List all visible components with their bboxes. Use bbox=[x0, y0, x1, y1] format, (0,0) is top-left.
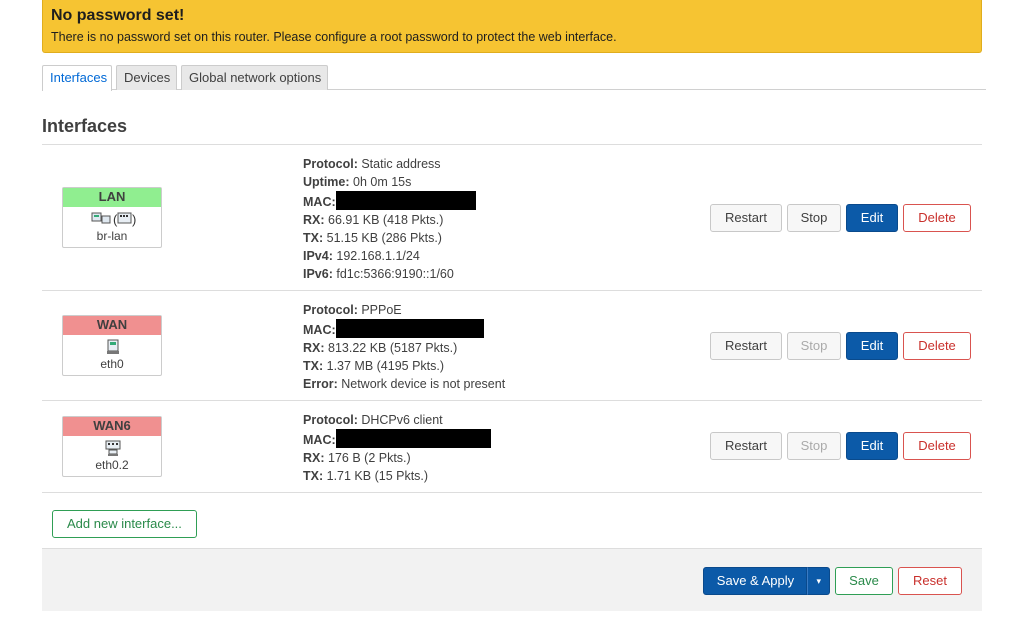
edit-button[interactable]: Edit bbox=[846, 432, 898, 460]
ethernet-port-icon bbox=[107, 339, 119, 354]
interface-status: Protocol: PPPoE MAC: RX: 813.22 KB (5187… bbox=[303, 303, 506, 391]
section-title: Interfaces bbox=[42, 116, 128, 136]
interface-badge-wan6[interactable]: WAN6 eth0.2 bbox=[62, 416, 162, 477]
device-name: eth0 bbox=[100, 357, 124, 371]
delete-button[interactable]: Delete bbox=[903, 204, 971, 232]
save-apply-split-button: Save & Apply ▾ bbox=[703, 567, 830, 595]
interface-badge-lan[interactable]: LAN ( ) br-lan bbox=[62, 187, 162, 248]
restart-button[interactable]: Restart bbox=[710, 432, 782, 460]
table-row: WAN6 eth0.2 Protocol: DHCPv6 client MAC:… bbox=[42, 401, 982, 493]
edit-button[interactable]: Edit bbox=[846, 332, 898, 360]
vlan-icon bbox=[105, 440, 121, 456]
redacted-mac bbox=[335, 319, 484, 338]
interfaces-table: LAN ( ) br-lan Protocol: Static address bbox=[42, 144, 982, 493]
tab-interfaces[interactable]: Interfaces bbox=[42, 65, 112, 91]
row-actions: Restart Stop Edit Delete bbox=[710, 432, 971, 460]
stop-button[interactable]: Stop bbox=[787, 204, 841, 232]
redacted-mac bbox=[335, 191, 476, 210]
row-actions: Restart Stop Edit Delete bbox=[710, 332, 971, 360]
svg-text:): ) bbox=[132, 212, 136, 227]
stop-button[interactable]: Stop bbox=[787, 432, 841, 460]
tab-global-network-options[interactable]: Global network options bbox=[181, 65, 328, 90]
no-password-warning: No password set! There is no password se… bbox=[42, 0, 982, 53]
table-row: LAN ( ) br-lan Protocol: Static address bbox=[42, 145, 982, 291]
svg-text:(: ( bbox=[113, 212, 118, 227]
network-interfaces-page: No password set! There is no password se… bbox=[0, 0, 1036, 641]
bridge-icon: ( ) bbox=[91, 212, 136, 227]
stop-button[interactable]: Stop bbox=[787, 332, 841, 360]
row-actions: Restart Stop Edit Delete bbox=[710, 204, 971, 232]
tab-bar: Interfaces Devices Global network option… bbox=[42, 65, 986, 91]
device-name: eth0.2 bbox=[95, 458, 129, 472]
interface-badge-wan[interactable]: WAN eth0 bbox=[62, 315, 162, 376]
add-new-interface-button[interactable]: Add new interface... bbox=[52, 510, 197, 538]
delete-button[interactable]: Delete bbox=[903, 432, 971, 460]
edit-button[interactable]: Edit bbox=[846, 204, 898, 232]
interface-status: Protocol: DHCPv6 client MAC: RX: 176 B (… bbox=[303, 411, 491, 485]
interface-name: LAN bbox=[63, 188, 161, 207]
interface-status: Protocol: Static address Uptime: 0h 0m 1… bbox=[303, 155, 476, 283]
device-name: br-lan bbox=[96, 229, 128, 243]
warning-text: There is no password set on this router.… bbox=[51, 30, 617, 44]
restart-button[interactable]: Restart bbox=[710, 204, 782, 232]
interface-name: WAN6 bbox=[63, 417, 161, 436]
save-apply-button[interactable]: Save & Apply bbox=[703, 567, 808, 595]
delete-button[interactable]: Delete bbox=[903, 332, 971, 360]
chevron-down-icon[interactable]: ▾ bbox=[807, 567, 830, 595]
page-actions-footer: Save & Apply ▾ Save Reset bbox=[42, 548, 982, 611]
redacted-mac bbox=[335, 429, 491, 448]
table-row: WAN eth0 Protocol: PPPoE MAC: RX: 813.22… bbox=[42, 291, 982, 401]
tab-devices[interactable]: Devices bbox=[116, 65, 177, 90]
warning-title: No password set! bbox=[51, 7, 185, 24]
save-button[interactable]: Save bbox=[835, 567, 893, 595]
reset-button[interactable]: Reset bbox=[898, 567, 962, 595]
interface-name: WAN bbox=[63, 316, 161, 335]
restart-button[interactable]: Restart bbox=[710, 332, 782, 360]
